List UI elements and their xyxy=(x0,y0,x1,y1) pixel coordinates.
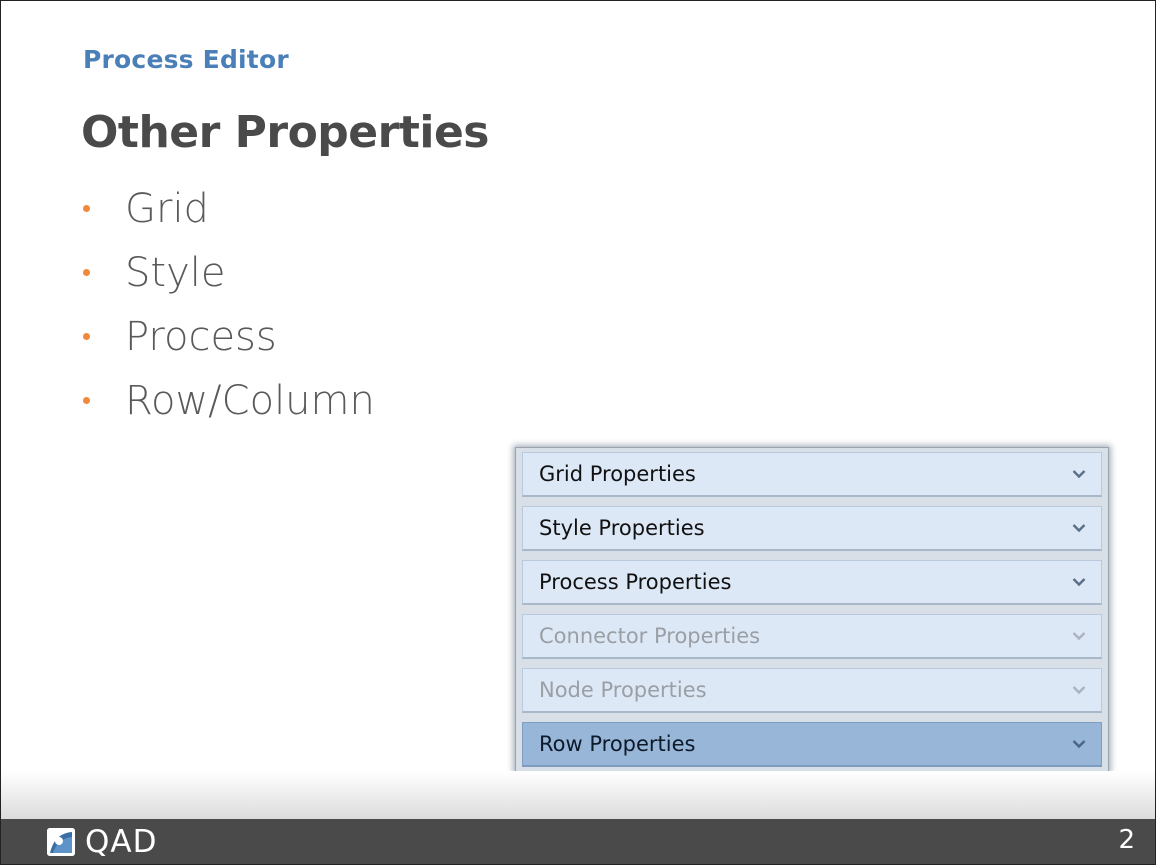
bullet-item-row-column: Row/Column xyxy=(83,375,375,439)
qad-logo: QAD xyxy=(47,824,158,860)
bullet-text: Process xyxy=(125,314,277,360)
qad-logo-icon xyxy=(47,828,75,856)
slide: Process Editor Other Properties Grid Sty… xyxy=(0,0,1156,865)
chevron-down-icon xyxy=(1071,682,1087,698)
grid-properties-header[interactable]: Grid Properties xyxy=(522,452,1102,497)
bullet-dot-icon xyxy=(83,397,90,404)
node-properties-label: Node Properties xyxy=(539,678,707,702)
bullet-dot-icon xyxy=(83,269,90,276)
footer-bar: QAD 2 xyxy=(1,819,1155,864)
bullet-item-grid: Grid xyxy=(83,183,375,247)
chevron-down-icon[interactable] xyxy=(1071,736,1087,752)
bullet-dot-icon xyxy=(83,333,90,340)
row-properties-header[interactable]: Row Properties xyxy=(522,722,1102,767)
bullet-text: Row/Column xyxy=(125,378,375,424)
footer-fade xyxy=(1,771,1155,819)
bullet-text: Style xyxy=(125,250,226,296)
process-properties-header[interactable]: Process Properties xyxy=(522,560,1102,605)
bullet-item-style: Style xyxy=(83,247,375,311)
row-properties-label: Row Properties xyxy=(539,732,696,756)
connector-properties-label: Connector Properties xyxy=(539,624,761,648)
logo-text: QAD xyxy=(85,824,158,860)
bullet-list: Grid Style Process Row/Column xyxy=(83,183,375,439)
bullet-item-process: Process xyxy=(83,311,375,375)
style-properties-header[interactable]: Style Properties xyxy=(522,506,1102,551)
process-properties-label: Process Properties xyxy=(539,570,732,594)
properties-panel: Grid Properties Style Properties Process… xyxy=(515,447,1109,773)
node-properties-header: Node Properties xyxy=(522,668,1102,713)
slide-title: Other Properties xyxy=(81,107,489,158)
chevron-down-icon[interactable] xyxy=(1071,574,1087,590)
bullet-dot-icon xyxy=(83,205,90,212)
chevron-down-icon[interactable] xyxy=(1071,466,1087,482)
grid-properties-label: Grid Properties xyxy=(539,462,696,486)
bullet-text: Grid xyxy=(125,186,209,232)
connector-properties-header: Connector Properties xyxy=(522,614,1102,659)
section-label: Process Editor xyxy=(83,45,289,74)
style-properties-label: Style Properties xyxy=(539,516,705,540)
page-number: 2 xyxy=(1118,825,1135,855)
chevron-down-icon xyxy=(1071,628,1087,644)
chevron-down-icon[interactable] xyxy=(1071,520,1087,536)
